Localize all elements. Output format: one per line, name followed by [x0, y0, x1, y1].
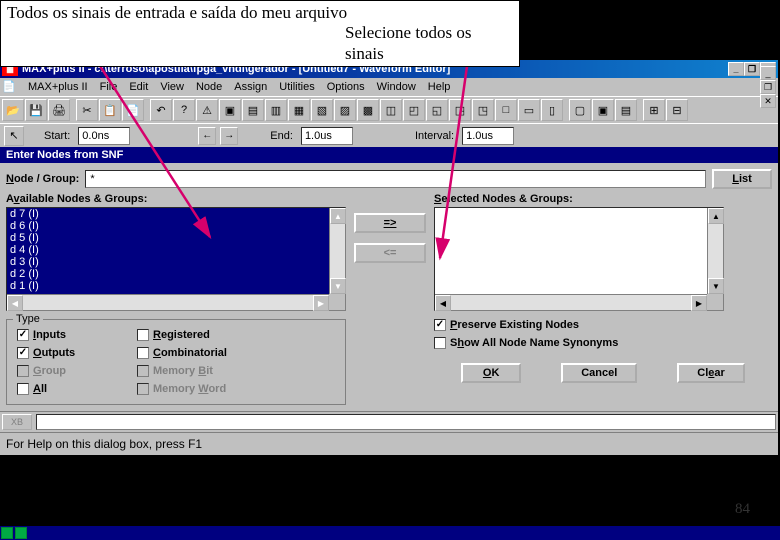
- type-option-registered[interactable]: Registered: [137, 329, 257, 341]
- checkbox-icon: [17, 383, 29, 395]
- scroll-up-icon[interactable]: ▲: [708, 208, 724, 224]
- type-fieldset: Type ✓InputsRegistered✓OutputsCombinator…: [6, 319, 346, 405]
- toolbar-btn-a[interactable]: ▤: [242, 99, 264, 121]
- scroll-left-icon[interactable]: ◀: [435, 295, 451, 311]
- type-option-memory-word: Memory Word: [137, 383, 257, 395]
- scroll-right-icon[interactable]: ▶: [313, 295, 329, 311]
- checkbox-icon: [137, 347, 149, 359]
- node-group-label: Node / Group:: [6, 173, 79, 185]
- child-maximize-button[interactable]: ❐: [760, 80, 776, 94]
- type-option-label: Inputs: [33, 329, 66, 341]
- maximize-button[interactable]: ❐: [744, 62, 760, 76]
- toolbar-open-icon[interactable]: 📂: [2, 99, 24, 121]
- scroll-up-icon[interactable]: ▲: [330, 208, 346, 224]
- preserve-checkbox[interactable]: ✓ Preserve Existing Nodes: [434, 319, 772, 331]
- menu-options[interactable]: Options: [321, 79, 371, 95]
- checkbox-icon: [137, 329, 149, 341]
- scrollbar-v[interactable]: ▲ ▼: [329, 208, 345, 294]
- child-close-button[interactable]: ✕: [760, 94, 776, 108]
- toolbar-btn-m[interactable]: ▭: [518, 99, 540, 121]
- toolbar-btn-b[interactable]: ▥: [265, 99, 287, 121]
- toolbar-btn-g[interactable]: ◫: [380, 99, 402, 121]
- menu-window[interactable]: Window: [371, 79, 422, 95]
- ok-button[interactable]: OK: [461, 363, 521, 383]
- type-option-label: Memory Bit: [153, 365, 213, 377]
- scroll-left-icon[interactable]: ◀: [7, 295, 23, 311]
- toolbar-btn-d[interactable]: ▧: [311, 99, 333, 121]
- list-item[interactable]: d 2 (I): [7, 268, 345, 280]
- list-item[interactable]: d 1 (I): [7, 280, 345, 292]
- scrollbar-v[interactable]: ▲ ▼: [707, 208, 723, 294]
- type-option-inputs[interactable]: ✓ Inputs: [17, 329, 137, 341]
- toolbar-btn-o1[interactable]: ▢: [569, 99, 591, 121]
- type-option-group: Group: [17, 365, 137, 377]
- show-synonyms-checkbox[interactable]: Show All Node Name Synonyms: [434, 337, 772, 349]
- xb-button[interactable]: XB: [2, 414, 32, 430]
- toolbar-btn-f[interactable]: ▩: [357, 99, 379, 121]
- scrollbar-h[interactable]: ◀ ▶: [7, 294, 329, 310]
- toolbar-btn-n[interactable]: ▯: [541, 99, 563, 121]
- type-option-label: Outputs: [33, 347, 75, 359]
- list-item[interactable]: d 3 (I): [7, 256, 345, 268]
- toolbar-btn-c[interactable]: ▦: [288, 99, 310, 121]
- bottom-task-bar: [0, 526, 780, 540]
- type-option-label: Group: [33, 365, 66, 377]
- scrollbar-h[interactable]: ◀ ▶: [435, 294, 707, 310]
- toolbar-btn-e[interactable]: ▨: [334, 99, 356, 121]
- type-legend: Type: [13, 313, 43, 325]
- checkbox-icon: [17, 365, 29, 377]
- checkbox-icon: [137, 365, 149, 377]
- show-synonyms-label: Show All Node Name Synonyms: [450, 337, 618, 349]
- scroll-down-icon[interactable]: ▼: [708, 278, 724, 294]
- type-option-outputs[interactable]: ✓ Outputs: [17, 347, 137, 359]
- toolbar-btn-h[interactable]: ◰: [403, 99, 425, 121]
- toolbar-save-icon[interactable]: 💾: [25, 99, 47, 121]
- cancel-button[interactable]: Cancel: [561, 363, 637, 383]
- type-option-all[interactable]: All: [17, 383, 137, 395]
- slide-number: 84: [735, 501, 750, 518]
- toolbar-btn-l[interactable]: □: [495, 99, 517, 121]
- arrow-right: [430, 40, 490, 270]
- toolbar-btn-p2[interactable]: ⊟: [666, 99, 688, 121]
- minimize-button[interactable]: _: [728, 62, 744, 76]
- toolbar-btn-o2[interactable]: ▣: [592, 99, 614, 121]
- type-option-label: Memory Word: [153, 383, 226, 395]
- checkbox-icon: ✓: [434, 319, 446, 331]
- type-option-memory-bit: Memory Bit: [137, 365, 257, 377]
- pointer-tool-icon[interactable]: ↖: [4, 126, 24, 146]
- checkbox-icon: ✓: [17, 347, 29, 359]
- annotation-callout: Todos os sinais de entrada e saída do me…: [0, 0, 520, 67]
- add-button[interactable]: =>: [354, 213, 426, 233]
- preserve-label: Preserve Existing Nodes: [450, 319, 579, 331]
- type-option-combinatorial[interactable]: Combinatorial: [137, 347, 257, 359]
- end-label: End:: [266, 130, 297, 142]
- doc-icon: 📄: [2, 80, 18, 94]
- menu-utilities[interactable]: Utilities: [273, 79, 320, 95]
- status-text: For Help on this dialog box, press F1: [6, 437, 202, 451]
- scroll-down-icon[interactable]: ▼: [330, 278, 346, 294]
- annotation-line2: Selecione todos os sinais: [7, 23, 513, 64]
- type-option-label: All: [33, 383, 47, 395]
- clear-button[interactable]: Clear: [677, 363, 745, 383]
- status-bar: For Help on this dialog box, press F1: [0, 432, 778, 455]
- checkbox-icon: ✓: [17, 329, 29, 341]
- child-minimize-button[interactable]: _: [760, 66, 776, 80]
- type-option-label: Registered: [153, 329, 210, 341]
- menu-assign[interactable]: Assign: [228, 79, 273, 95]
- end-input[interactable]: [301, 127, 353, 145]
- checkbox-icon: [434, 337, 446, 349]
- checkbox-icon: [137, 383, 149, 395]
- list-button[interactable]: List: [712, 169, 772, 189]
- annotation-line1: Todos os sinais de entrada e saída do me…: [7, 3, 513, 23]
- scroll-right-icon[interactable]: ▶: [691, 295, 707, 311]
- toolbar-btn-p1[interactable]: ⊞: [643, 99, 665, 121]
- toolbar-print-icon[interactable]: 🖨: [48, 99, 70, 121]
- toolbar-btn-o3[interactable]: ▤: [615, 99, 637, 121]
- remove-button[interactable]: <=: [354, 243, 426, 263]
- type-option-label: Combinatorial: [153, 347, 227, 359]
